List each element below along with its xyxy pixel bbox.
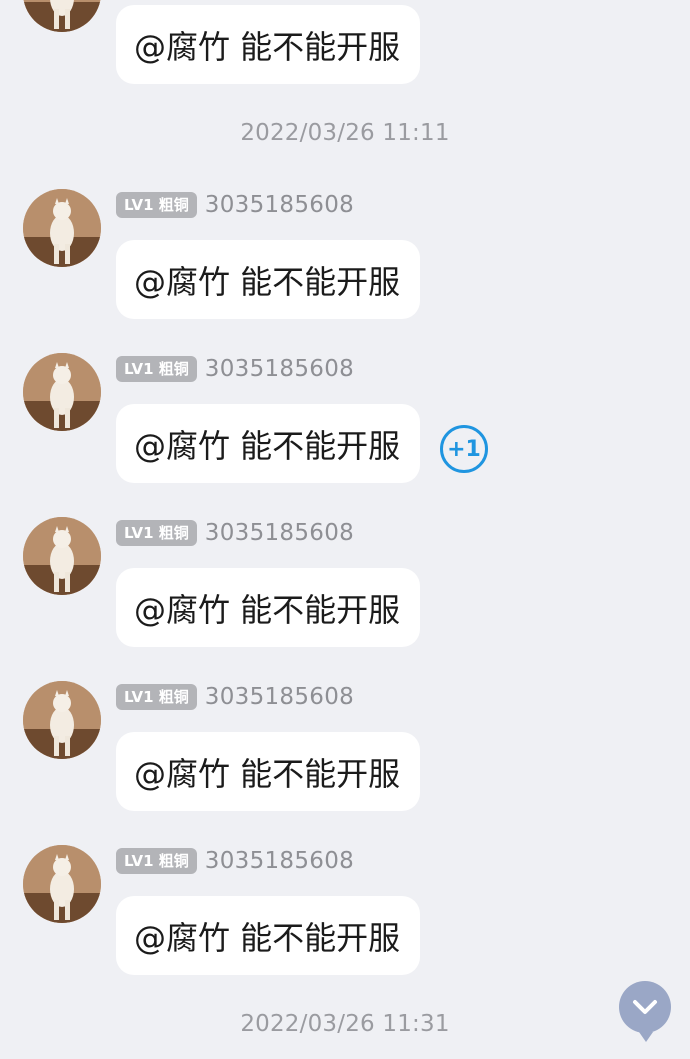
chat-message-list[interactable]: @腐竹 能不能开服 2022/03/26 11:11 LV1 粗铜 303518… [0,0,690,1059]
avatar[interactable] [23,0,101,32]
message-text: @腐竹 能不能开服 [134,27,401,66]
message-bubble[interactable]: @腐竹 能不能开服 [116,732,420,811]
sender-id[interactable]: 3035185608 [205,848,354,874]
cat-avatar-icon [23,681,101,759]
level-badge: LV1 粗铜 [116,684,197,710]
sender-id[interactable]: 3035185608 [205,684,354,710]
message-text: @腐竹 能不能开服 [134,262,401,301]
cat-avatar-icon [23,0,101,32]
cat-avatar-icon [23,189,101,267]
level-badge: LV1 粗铜 [116,192,197,218]
avatar[interactable] [23,517,101,595]
sender-id[interactable]: 3035185608 [205,520,354,546]
message-text: @腐竹 能不能开服 [134,426,401,465]
sender-info: LV1 粗铜 3035185608 [116,847,354,875]
plus-one-reaction-button[interactable]: +1 [440,425,488,473]
timestamp: 2022/03/26 11:31 [240,1011,450,1037]
message-text: @腐竹 能不能开服 [134,754,401,793]
sender-info: LV1 粗铜 3035185608 [116,519,354,547]
message-text: @腐竹 能不能开服 [134,590,401,629]
message-text: @腐竹 能不能开服 [134,918,401,957]
cat-avatar-icon [23,517,101,595]
cat-avatar-icon [23,845,101,923]
level-badge: LV1 粗铜 [116,848,197,874]
message-bubble[interactable]: @腐竹 能不能开服 [116,240,420,319]
plus-one-label: +1 [447,436,481,462]
scroll-to-bottom-button[interactable] [619,981,671,1042]
avatar[interactable] [23,845,101,923]
level-badge: LV1 粗铜 [116,356,197,382]
sender-id[interactable]: 3035185608 [205,356,354,382]
cat-avatar-icon [23,353,101,431]
sender-info: LV1 粗铜 3035185608 [116,355,354,383]
avatar[interactable] [23,189,101,267]
level-badge: LV1 粗铜 [116,520,197,546]
message-bubble[interactable]: @腐竹 能不能开服 [116,568,420,647]
avatar[interactable] [23,353,101,431]
message-bubble[interactable]: @腐竹 能不能开服 [116,404,420,483]
message-bubble[interactable]: @腐竹 能不能开服 [116,5,420,84]
sender-info: LV1 粗铜 3035185608 [116,191,354,219]
avatar[interactable] [23,681,101,759]
sender-info: LV1 粗铜 3035185608 [116,683,354,711]
chevron-down-icon [633,1000,657,1014]
timestamp: 2022/03/26 11:11 [240,120,450,146]
message-bubble[interactable]: @腐竹 能不能开服 [116,896,420,975]
sender-id[interactable]: 3035185608 [205,192,354,218]
